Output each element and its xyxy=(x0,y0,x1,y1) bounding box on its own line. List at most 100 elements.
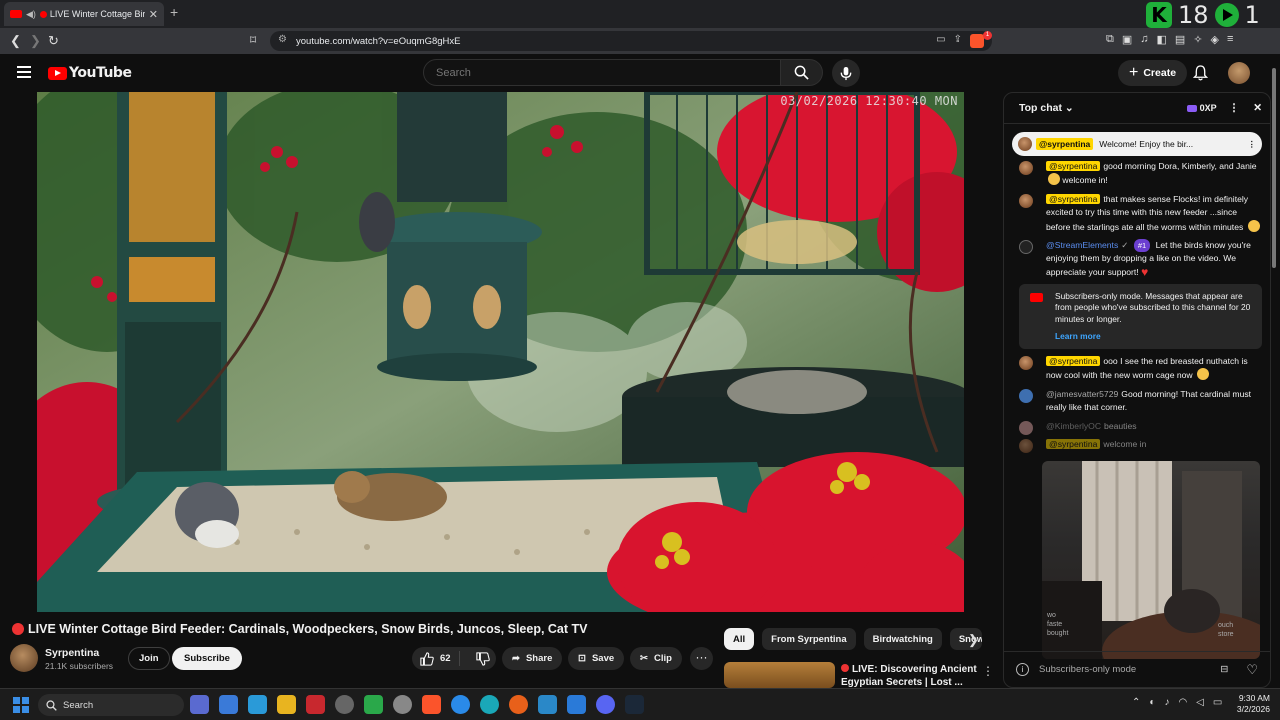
create-button[interactable]: + Create xyxy=(1118,60,1188,86)
file-explorer-icon[interactable] xyxy=(277,695,296,714)
app-icon[interactable] xyxy=(364,695,383,714)
youtube-icon xyxy=(1030,293,1043,303)
more-actions-button[interactable]: ··· xyxy=(690,647,713,670)
join-button[interactable]: Join xyxy=(128,647,170,670)
chat-username[interactable]: @syrpentina xyxy=(1046,439,1101,450)
related-video-title[interactable]: LIVE: Discovering Ancient Egyptian Secre… xyxy=(841,663,977,689)
windows-start-icon[interactable] xyxy=(13,697,29,713)
back-icon[interactable]: ❮ xyxy=(10,33,21,49)
app-icon[interactable] xyxy=(538,695,557,714)
menu-icon[interactable]: ≡ xyxy=(1227,33,1233,46)
chat-username[interactable]: @syrpentina xyxy=(1046,161,1101,171)
share-page-icon[interactable]: ⇪ xyxy=(954,34,962,48)
avatar xyxy=(1019,388,1033,403)
notifications-bell-icon[interactable] xyxy=(1193,65,1208,81)
chips-next-icon[interactable]: ❯ xyxy=(968,632,979,648)
account-avatar[interactable] xyxy=(1228,62,1250,84)
page-scrollbar[interactable] xyxy=(1271,60,1277,688)
chat-mode-selector[interactable]: Top chat ⌄ xyxy=(1019,102,1187,114)
edge-icon[interactable] xyxy=(480,695,499,714)
sidebar-icon[interactable]: ◧ xyxy=(1157,33,1167,46)
new-tab-button[interactable]: + xyxy=(170,4,178,20)
taskbar-search[interactable]: Search xyxy=(38,694,184,716)
chat-username[interactable]: @syrpentina xyxy=(1046,193,1101,204)
heart-reaction-icon[interactable]: ♡ xyxy=(1246,662,1258,678)
bookmark-icon[interactable]: ⌑ xyxy=(250,33,256,47)
pinned-message[interactable]: @syrpentina Welcome! Enjoy the bir... ⋮ xyxy=(1012,132,1262,156)
discord-icon[interactable] xyxy=(596,695,615,714)
forward-icon[interactable]: ❯ xyxy=(30,33,41,49)
brave-shields-icon[interactable]: 1 xyxy=(970,31,992,48)
youtube-logo[interactable]: YouTube xyxy=(48,65,132,81)
speaker-icon[interactable]: ◀) xyxy=(26,9,36,20)
chat-more-icon[interactable]: ⋮ xyxy=(1229,102,1240,114)
search-input[interactable] xyxy=(423,59,781,86)
app-icon[interactable] xyxy=(393,695,412,714)
info-icon[interactable]: i xyxy=(1016,663,1029,676)
clip-button[interactable]: ✂ Clip xyxy=(630,647,682,670)
share-button[interactable]: ➦ Share xyxy=(502,647,563,670)
super-chat-icon[interactable]: ⊟ xyxy=(1220,664,1228,675)
guide-menu-icon[interactable] xyxy=(17,66,31,81)
chat-footer: i Subscribers-only mode ⊟ ♡ xyxy=(1004,651,1270,687)
app-icon[interactable] xyxy=(335,695,354,714)
video-player[interactable]: 03/02/2026 12:30:40 MON xyxy=(37,92,964,612)
cast-icon[interactable]: ▭ xyxy=(936,34,945,48)
save-button[interactable]: ⊡ Save xyxy=(568,647,625,670)
media-icon[interactable]: ♫ xyxy=(1140,33,1148,46)
task-view-icon[interactable] xyxy=(190,695,209,714)
app-icon[interactable] xyxy=(248,695,267,714)
tray-mic-icon[interactable]: ♪ xyxy=(1164,697,1169,708)
chip-from-channel[interactable]: From Syrpentina xyxy=(762,628,856,650)
channel-name[interactable]: Syrpentina xyxy=(45,647,99,659)
site-info-icon[interactable]: ⚙ xyxy=(278,34,287,45)
like-button[interactable]: 62 xyxy=(412,651,460,666)
vpn-icon[interactable]: ◈ xyxy=(1211,33,1219,46)
tray-app-icon[interactable]: ◐ xyxy=(1149,697,1155,708)
chat-message: @syrpentina that makes sense Flocks! im d… xyxy=(1019,193,1262,234)
tab-groups-icon[interactable]: ▤ xyxy=(1175,33,1185,46)
channel-avatar[interactable] xyxy=(10,644,38,672)
reload-icon[interactable]: ↻ xyxy=(48,33,59,49)
brave-rewards-badge: 1 xyxy=(983,31,992,40)
search-button[interactable] xyxy=(781,59,823,86)
clip-label: Clip xyxy=(653,653,672,664)
chat-username[interactable]: @StreamElements xyxy=(1046,240,1118,250)
chat-message: @StreamElements ✓ #1 Let the birds know y… xyxy=(1019,239,1262,279)
scrollbar-thumb[interactable] xyxy=(1272,68,1276,268)
wifi-icon[interactable]: ◠ xyxy=(1178,697,1187,708)
browser-tab[interactable]: ◀) LIVE Winter Cottage Bird F ✕ xyxy=(4,2,164,26)
close-chat-icon[interactable]: ✕ xyxy=(1253,102,1262,114)
chat-username[interactable]: @KimberlyOC xyxy=(1046,421,1101,431)
chrome-icon[interactable] xyxy=(451,695,470,714)
chat-username[interactable]: @jamesvatter5729 xyxy=(1046,389,1118,399)
firefox-icon[interactable] xyxy=(509,695,528,714)
widgets-icon[interactable] xyxy=(219,695,238,714)
chip-birdwatching[interactable]: Birdwatching xyxy=(863,628,942,650)
close-tab-icon[interactable]: ✕ xyxy=(149,8,158,21)
dislike-button[interactable] xyxy=(466,651,500,666)
battery-icon[interactable]: ▭ xyxy=(1213,697,1222,708)
related-video-thumbnail[interactable] xyxy=(724,662,835,688)
chat-username[interactable]: @syrpentina xyxy=(1046,356,1101,367)
subscribe-button[interactable]: Subscribe xyxy=(172,647,242,670)
address-bar[interactable]: ⚙ youtube.com/watch?v=eOuqmG8gHxE ▭ ⇪ 1 xyxy=(270,31,992,51)
learn-more-link[interactable]: Learn more xyxy=(1055,331,1254,342)
pinned-more-icon[interactable]: ⋮ xyxy=(1248,139,1257,150)
brave-browser-icon[interactable] xyxy=(422,695,441,714)
chat-points[interactable]: 0XP xyxy=(1186,103,1217,113)
related-more-icon[interactable]: ⋮ xyxy=(982,664,994,678)
volume-icon[interactable]: ◁ xyxy=(1196,697,1204,708)
steam-icon[interactable] xyxy=(625,695,644,714)
tray-overflow-icon[interactable]: ⌃ xyxy=(1132,697,1140,708)
voice-search-button[interactable] xyxy=(832,59,860,87)
browser-tab-strip: ◀) LIVE Winter Cottage Bird F ✕ + K 18 1 xyxy=(0,0,1280,29)
chat-message: @jamesvatter5729 Good morning! That cardi… xyxy=(1019,388,1262,415)
taskbar-clock[interactable]: 9:30 AM 3/2/2026 xyxy=(1228,693,1270,715)
netflix-icon[interactable] xyxy=(306,695,325,714)
leo-icon[interactable]: ✧ xyxy=(1193,33,1202,46)
chip-all[interactable]: All xyxy=(724,628,755,650)
vscode-icon[interactable] xyxy=(567,695,586,714)
wallet-icon[interactable]: ▣ xyxy=(1122,33,1132,46)
extensions-icon[interactable]: ⧉ xyxy=(1106,33,1114,46)
